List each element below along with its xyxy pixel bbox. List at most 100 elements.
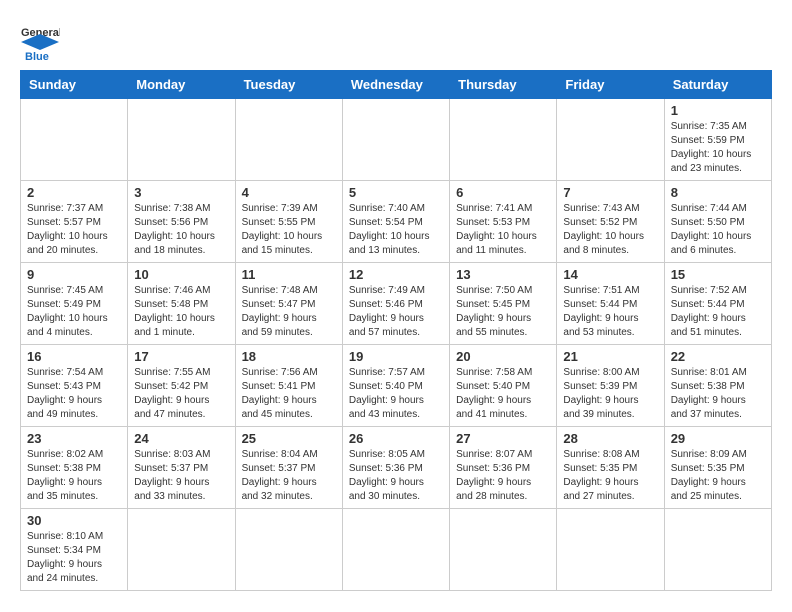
logo-wordmark: General Blue (20, 20, 60, 60)
svg-text:Blue: Blue (25, 51, 49, 60)
page-header: General Blue (20, 20, 772, 60)
calendar-week-row-4: 16 Sunrise: 7:54 AM Sunset: 5:43 PM Dayli… (21, 345, 772, 427)
day-info: Sunrise: 8:03 AM Sunset: 5:37 PM Dayligh… (134, 448, 228, 504)
weekday-header-friday: Friday (557, 71, 664, 99)
calendar-cell: 24 Sunrise: 8:03 AM Sunset: 5:37 PM Dayli… (128, 427, 235, 509)
calendar-cell: 19Sunrise: 7:57 AM Sunset: 5:40 PM Dayli… (342, 345, 449, 427)
weekday-header-row: SundayMondayTuesdayWednesdayThursdayFrid… (21, 71, 772, 99)
day-info: Sunrise: 7:56 AM Sunset: 5:41 PM Dayligh… (242, 366, 336, 422)
day-number: 17 (134, 349, 228, 364)
day-info: Sunrise: 7:57 AM Sunset: 5:40 PM Dayligh… (349, 366, 443, 422)
day-number: 21 (563, 349, 657, 364)
day-number: 8 (671, 185, 765, 200)
calendar-cell: 16 Sunrise: 7:54 AM Sunset: 5:43 PM Dayli… (21, 345, 128, 427)
day-number: 16 (27, 349, 121, 364)
day-info: Sunrise: 7:35 AM Sunset: 5:59 PM Dayligh… (671, 120, 765, 176)
day-info: Sunrise: 8:07 AM Sunset: 5:36 PM Dayligh… (456, 448, 550, 504)
calendar-cell (21, 99, 128, 181)
calendar-cell (664, 509, 771, 591)
calendar-cell (128, 509, 235, 591)
day-number: 9 (27, 267, 121, 282)
calendar-cell: 14Sunrise: 7:51 AM Sunset: 5:44 PM Dayli… (557, 263, 664, 345)
calendar-cell: 9 Sunrise: 7:45 AM Sunset: 5:49 PM Daylig… (21, 263, 128, 345)
calendar-cell: 8 Sunrise: 7:44 AM Sunset: 5:50 PM Daylig… (664, 181, 771, 263)
day-number: 11 (242, 267, 336, 282)
calendar-cell: 7Sunrise: 7:43 AM Sunset: 5:52 PM Daylig… (557, 181, 664, 263)
calendar-cell: 13Sunrise: 7:50 AM Sunset: 5:45 PM Dayli… (450, 263, 557, 345)
calendar-week-row-1: 1Sunrise: 7:35 AM Sunset: 5:59 PM Daylig… (21, 99, 772, 181)
day-number: 18 (242, 349, 336, 364)
day-number: 2 (27, 185, 121, 200)
calendar-cell: 27 Sunrise: 8:07 AM Sunset: 5:36 PM Dayli… (450, 427, 557, 509)
calendar-cell: 3 Sunrise: 7:38 AM Sunset: 5:56 PM Daylig… (128, 181, 235, 263)
day-info: Sunrise: 8:01 AM Sunset: 5:38 PM Dayligh… (671, 366, 765, 422)
day-info: Sunrise: 7:39 AM Sunset: 5:55 PM Dayligh… (242, 202, 336, 258)
calendar-cell: 29 Sunrise: 8:09 AM Sunset: 5:35 PM Dayli… (664, 427, 771, 509)
day-number: 26 (349, 431, 443, 446)
calendar-cell: 26Sunrise: 8:05 AM Sunset: 5:36 PM Dayli… (342, 427, 449, 509)
logo: General Blue (20, 20, 60, 60)
calendar-cell: 22 Sunrise: 8:01 AM Sunset: 5:38 PM Dayli… (664, 345, 771, 427)
day-number: 28 (563, 431, 657, 446)
calendar-cell: 4Sunrise: 7:39 AM Sunset: 5:55 PM Daylig… (235, 181, 342, 263)
calendar-cell (557, 509, 664, 591)
calendar-cell (450, 99, 557, 181)
calendar-cell: 10 Sunrise: 7:46 AM Sunset: 5:48 PM Dayli… (128, 263, 235, 345)
day-number: 27 (456, 431, 550, 446)
day-info: Sunrise: 7:49 AM Sunset: 5:46 PM Dayligh… (349, 284, 443, 340)
day-number: 22 (671, 349, 765, 364)
calendar-cell: 20 Sunrise: 7:58 AM Sunset: 5:40 PM Dayli… (450, 345, 557, 427)
calendar-cell (342, 509, 449, 591)
day-info: Sunrise: 7:58 AM Sunset: 5:40 PM Dayligh… (456, 366, 550, 422)
calendar-cell: 17 Sunrise: 7:55 AM Sunset: 5:42 PM Dayli… (128, 345, 235, 427)
calendar-cell: 12 Sunrise: 7:49 AM Sunset: 5:46 PM Dayli… (342, 263, 449, 345)
weekday-header-saturday: Saturday (664, 71, 771, 99)
calendar-week-row-5: 23Sunrise: 8:02 AM Sunset: 5:38 PM Dayli… (21, 427, 772, 509)
day-number: 23 (27, 431, 121, 446)
day-number: 14 (563, 267, 657, 282)
weekday-header-wednesday: Wednesday (342, 71, 449, 99)
day-number: 5 (349, 185, 443, 200)
calendar-cell: 23Sunrise: 8:02 AM Sunset: 5:38 PM Dayli… (21, 427, 128, 509)
calendar-cell: 30Sunrise: 8:10 AM Sunset: 5:34 PM Dayli… (21, 509, 128, 591)
logo-svg: General Blue (20, 20, 60, 60)
calendar-cell (235, 99, 342, 181)
day-info: Sunrise: 7:38 AM Sunset: 5:56 PM Dayligh… (134, 202, 228, 258)
day-number: 6 (456, 185, 550, 200)
day-info: Sunrise: 8:08 AM Sunset: 5:35 PM Dayligh… (563, 448, 657, 504)
day-info: Sunrise: 8:09 AM Sunset: 5:35 PM Dayligh… (671, 448, 765, 504)
day-number: 20 (456, 349, 550, 364)
calendar-cell: 25 Sunrise: 8:04 AM Sunset: 5:37 PM Dayli… (235, 427, 342, 509)
calendar-cell: 28 Sunrise: 8:08 AM Sunset: 5:35 PM Dayli… (557, 427, 664, 509)
day-info: Sunrise: 7:54 AM Sunset: 5:43 PM Dayligh… (27, 366, 121, 422)
calendar-cell (450, 509, 557, 591)
day-number: 15 (671, 267, 765, 282)
calendar-cell (128, 99, 235, 181)
calendar-cell (557, 99, 664, 181)
calendar-cell: 1Sunrise: 7:35 AM Sunset: 5:59 PM Daylig… (664, 99, 771, 181)
calendar-cell (235, 509, 342, 591)
weekday-header-monday: Monday (128, 71, 235, 99)
day-info: Sunrise: 8:04 AM Sunset: 5:37 PM Dayligh… (242, 448, 336, 504)
day-number: 24 (134, 431, 228, 446)
calendar-week-row-3: 9 Sunrise: 7:45 AM Sunset: 5:49 PM Daylig… (21, 263, 772, 345)
day-number: 25 (242, 431, 336, 446)
day-info: Sunrise: 7:44 AM Sunset: 5:50 PM Dayligh… (671, 202, 765, 258)
day-number: 29 (671, 431, 765, 446)
weekday-header-sunday: Sunday (21, 71, 128, 99)
day-number: 3 (134, 185, 228, 200)
day-info: Sunrise: 7:46 AM Sunset: 5:48 PM Dayligh… (134, 284, 228, 340)
calendar-week-row-6: 30Sunrise: 8:10 AM Sunset: 5:34 PM Dayli… (21, 509, 772, 591)
day-info: Sunrise: 8:10 AM Sunset: 5:34 PM Dayligh… (27, 530, 121, 586)
day-info: Sunrise: 7:45 AM Sunset: 5:49 PM Dayligh… (27, 284, 121, 340)
day-info: Sunrise: 7:43 AM Sunset: 5:52 PM Dayligh… (563, 202, 657, 258)
calendar-cell: 21Sunrise: 8:00 AM Sunset: 5:39 PM Dayli… (557, 345, 664, 427)
calendar-week-row-2: 2Sunrise: 7:37 AM Sunset: 5:57 PM Daylig… (21, 181, 772, 263)
day-info: Sunrise: 7:52 AM Sunset: 5:44 PM Dayligh… (671, 284, 765, 340)
day-number: 12 (349, 267, 443, 282)
day-info: Sunrise: 7:48 AM Sunset: 5:47 PM Dayligh… (242, 284, 336, 340)
day-number: 10 (134, 267, 228, 282)
day-number: 13 (456, 267, 550, 282)
day-info: Sunrise: 7:55 AM Sunset: 5:42 PM Dayligh… (134, 366, 228, 422)
day-info: Sunrise: 7:40 AM Sunset: 5:54 PM Dayligh… (349, 202, 443, 258)
